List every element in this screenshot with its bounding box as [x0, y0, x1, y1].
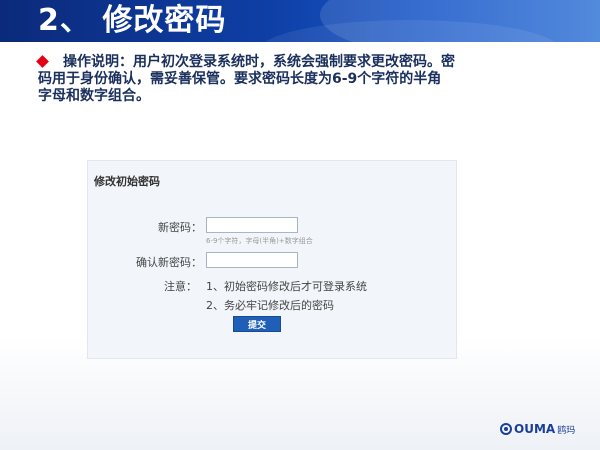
new-password-input[interactable]	[206, 217, 298, 233]
intro-line-2: 码用于身份确认，需妥善保管。要求密码长度为6-9个字符的半角	[38, 71, 442, 87]
note-line-2: 2、务必牢记修改后的密码	[206, 299, 334, 312]
confirm-password-label: 确认新密码：	[136, 256, 202, 269]
note-line-1: 1、初始密码修改后才可登录系统	[206, 280, 367, 293]
logo-brand: OUMA	[514, 422, 556, 436]
change-password-panel: 修改初始密码 新密码： 6-9个字符，字母(半角)+数字组合 确认新密码： 注意…	[87, 160, 457, 359]
confirm-password-input[interactable]	[206, 252, 298, 268]
notes-label: 注意：	[164, 280, 197, 293]
ouma-logo-icon	[500, 423, 512, 435]
logo-brand-cn: 鸥玛	[557, 425, 576, 436]
slide: 2、 修改密码 操作说明：用户初次登录系统时，系统会强制要求更改密码。密 码用于…	[0, 0, 600, 450]
intro-line-1: 操作说明：用户初次登录系统时，系统会强制要求更改密码。密	[63, 54, 455, 70]
intro-text-block: 操作说明：用户初次登录系统时，系统会强制要求更改密码。密 码用于身份确认，需妥善…	[36, 54, 568, 105]
panel-title: 修改初始密码	[94, 175, 160, 188]
slide-title: 2、 修改密码	[38, 3, 227, 38]
ouma-logo: OUMA 鸥玛	[500, 420, 575, 438]
header-band: 2、 修改密码	[0, 0, 600, 42]
intro-line-3: 字母和数字组合。	[38, 88, 150, 104]
new-password-label: 新密码：	[158, 221, 202, 234]
new-password-hint: 6-9个字符，字母(半角)+数字组合	[206, 237, 313, 245]
submit-button[interactable]: 提交	[233, 316, 281, 332]
